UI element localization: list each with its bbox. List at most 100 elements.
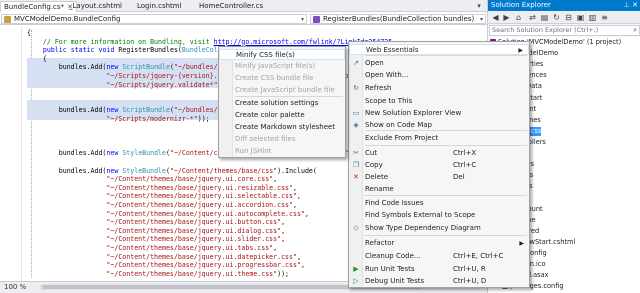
menu-item-label: Create Markdown stylesheet	[235, 123, 336, 131]
view-code-icon[interactable]: ≡	[600, 13, 609, 22]
code-map-icon: ◈	[353, 121, 359, 129]
refresh-icon: ↻	[353, 84, 359, 92]
sync-icon[interactable]: ⇄	[528, 13, 537, 22]
menu-item-copy[interactable]: ❐ Copy Ctrl+C	[349, 160, 529, 171]
submenu-item-create-solution-settings[interactable]: Create solution settings	[219, 98, 345, 109]
context-menu: Web Essentials ▶ ↗ Open Open With... ↻ Refresh…	[348, 41, 530, 288]
submenu-item-diff-selected-files[interactable]: Diff selected files	[219, 134, 345, 145]
menu-separator	[365, 145, 527, 146]
solution-search-input[interactable]: Search Solution Explorer (Ctrl+;) ⌕	[489, 25, 640, 36]
menu-item-label: Create CSS bundle file	[235, 74, 314, 82]
menu-item-open-with[interactable]: Open With...	[349, 70, 529, 81]
show-all-files-icon[interactable]: ▣	[576, 13, 585, 22]
menu-item-cut[interactable]: ✂ Cut Ctrl+X	[349, 148, 529, 159]
class-icon	[4, 16, 11, 23]
menu-item-show-on-code-map[interactable]: ◈ Show on Code Map	[349, 120, 529, 131]
menu-item-exclude-from-project[interactable]: Exclude From Project	[349, 133, 529, 144]
navigation-bar: MVCModelDemo.BundleConfig ▾ RegisterBund…	[0, 13, 487, 25]
menu-item-label: Create JavaScript bundle file	[235, 86, 335, 94]
zoom-level[interactable]: 100 %	[4, 283, 26, 291]
submenu-arrow-icon: ▶	[518, 47, 523, 54]
search-icon[interactable]: ⌕	[633, 26, 637, 35]
tab-label: BundleConfig.cs*	[4, 3, 65, 11]
web-essentials-submenu: Minify CSS file(s) Minify JavaScript file…	[218, 46, 346, 158]
menu-item-shortcut: Ctrl+X	[453, 149, 477, 157]
menu-item-open[interactable]: ↗ Open	[349, 58, 529, 69]
tab-overflow-icon[interactable]: ▾	[474, 1, 484, 11]
menu-item-label: Debug Unit Tests	[365, 277, 425, 285]
menu-item-label: Cleanup Code...	[365, 252, 421, 260]
menu-item-web-essentials[interactable]: Web Essentials ▶	[349, 44, 529, 55]
code-line: "~/Scripts/modernizr-*"));	[106, 115, 210, 123]
menu-item-cleanup-code[interactable]: Cleanup Code... Ctrl+E, Ctrl+C	[349, 251, 529, 262]
menu-item-show-type-dependency-diagram[interactable]: ◇ Show Type Dependency Diagram	[349, 223, 529, 234]
submenu-item-create-css-bundle-file[interactable]: Create CSS bundle file	[219, 73, 345, 84]
menu-item-label: Open With...	[365, 71, 409, 79]
tab-layout[interactable]: _Layout.cshtml	[66, 1, 125, 12]
menu-item-label: Find Code Issues	[365, 199, 424, 207]
close-icon[interactable]: ✕	[632, 1, 638, 9]
collapse-all-icon[interactable]: ⊟	[564, 13, 573, 22]
tab-login[interactable]: Login.cshtml	[134, 1, 185, 12]
menu-item-shortcut: Del	[453, 173, 465, 181]
menu-item-label: Run Unit Tests	[365, 265, 415, 273]
delete-icon: ✕	[353, 173, 359, 181]
class-selector-label: MVCModelDemo.BundleConfig	[14, 15, 121, 23]
document-tab-strip: BundleConfig.cs* ✕ _Layout.cshtml Login.c…	[0, 0, 487, 12]
chevron-down-icon: ▾	[300, 16, 304, 23]
menu-item-label: Show Type Dependency Diagram	[365, 224, 481, 232]
code-line: "~/Content/themes/base/jquery.ui.theme.c…	[106, 269, 290, 278]
menu-item-refresh[interactable]: ↻ Refresh	[349, 83, 529, 94]
menu-item-label: Diff selected files	[235, 135, 296, 143]
menu-item-rename[interactable]: Rename	[349, 184, 529, 195]
panel-buttons: ⊥ ✕	[624, 0, 638, 11]
submenu-item-minify-css-file-s[interactable]: Minify CSS file(s)	[219, 49, 345, 60]
menu-item-new-solution-explorer-view[interactable]: ▭ New Solution Explorer View	[349, 108, 529, 119]
submenu-item-create-markdown-stylesheet[interactable]: Create Markdown stylesheet	[219, 122, 345, 133]
menu-item-shortcut: Ctrl+U, R	[453, 265, 486, 273]
copy-icon: ❐	[352, 161, 360, 169]
solution-explorer-title-bar: Solution Explorer ⊥ ✕	[488, 0, 640, 11]
visual-studio-window: BundleConfig.cs* ✕ _Layout.cshtml Login.c…	[0, 0, 640, 293]
menu-item-label: Create color palette	[235, 111, 305, 119]
menu-separator	[365, 195, 527, 196]
pin-icon[interactable]: ⊥	[624, 1, 630, 9]
properties-icon[interactable]: ▥	[588, 13, 597, 22]
submenu-item-create-javascript-bundle-file[interactable]: Create JavaScript bundle file	[219, 85, 345, 96]
menu-item-run-unit-tests[interactable]: ▶ Run Unit Tests Ctrl+U, R	[349, 264, 529, 275]
tab-label: Login.cshtml	[137, 2, 182, 10]
submenu-item-minify-javascript-file-s[interactable]: Minify JavaScript file(s)	[219, 61, 345, 72]
menu-item-label: New Solution Explorer View	[365, 109, 462, 117]
refresh-icon[interactable]: ↻	[552, 13, 561, 22]
submenu-arrow-icon: ▶	[519, 240, 524, 247]
tab-homecontroller[interactable]: HomeController.cs	[196, 1, 266, 12]
submenu-item-create-color-palette[interactable]: Create color palette	[219, 110, 345, 121]
forward-icon[interactable]: ▶	[502, 13, 511, 22]
new-view-icon: ▭	[352, 109, 360, 117]
menu-item-shortcut: Ctrl+C	[453, 161, 477, 169]
menu-item-scope-to-this[interactable]: Scope to This	[349, 96, 529, 107]
editor-gutter	[0, 26, 22, 281]
back-icon[interactable]: ◀	[491, 13, 500, 22]
class-selector[interactable]: MVCModelDemo.BundleConfig ▾	[1, 14, 307, 24]
menu-item-label: Run JSHint	[235, 147, 272, 155]
member-selector[interactable]: RegisterBundles(BundleCollection bundles…	[310, 14, 486, 24]
menu-item-refactor[interactable]: Refactor ▶	[349, 238, 529, 249]
solution-explorer-toolbar: ◀ ▶ ⌂ ⇄ ▤ ↻ ⊟ ▣ ▥ ≡	[488, 11, 640, 24]
code-line: "~/Scripts/jquery.validate*"));	[106, 80, 229, 89]
menu-item-label: Delete	[365, 173, 388, 181]
menu-item-label: Cut	[365, 149, 378, 157]
menu-item-debug-unit-tests[interactable]: ▷ Debug Unit Tests Ctrl+U, D	[349, 276, 529, 287]
menu-item-find-code-issues[interactable]: Find Code Issues	[349, 198, 529, 209]
menu-item-label: Rename	[365, 185, 394, 193]
submenu-item-run-jshint[interactable]: Run JSHint	[219, 146, 345, 157]
pending-changes-icon[interactable]: ▤	[540, 13, 549, 22]
menu-item-find-symbols-external-to-scope[interactable]: Find Symbols External to Scope	[349, 210, 529, 221]
menu-item-label: Minify CSS file(s)	[236, 51, 295, 59]
menu-item-label: Find Symbols External to Scope	[365, 211, 476, 219]
menu-item-delete[interactable]: ✕ Delete Del	[349, 172, 529, 183]
home-icon[interactable]: ⌂	[514, 13, 523, 22]
menu-item-label: Scope to This	[365, 97, 413, 105]
menu-item-label: Web Essentials	[366, 46, 419, 54]
menu-item-label: Refresh	[365, 84, 392, 92]
